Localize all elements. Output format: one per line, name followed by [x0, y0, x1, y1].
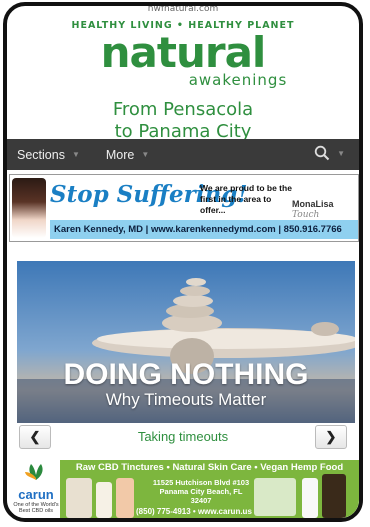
- carun-address-line-2: Panama City Beach, FL 32407: [159, 487, 243, 505]
- product-jar: [66, 478, 92, 518]
- nav-more[interactable]: More ▼: [96, 148, 149, 162]
- search-button[interactable]: ▼: [314, 145, 345, 161]
- chevron-left-icon: ❮: [29, 429, 41, 444]
- ad-banner-carun[interactable]: carun One of the World's Best CBD oils R…: [13, 459, 359, 518]
- product-tube: [96, 482, 112, 518]
- carousel-controls: ❮ Taking timeouts ❯: [7, 424, 359, 450]
- url-bar[interactable]: nwfnatural.com: [7, 6, 359, 16]
- prev-button[interactable]: ❮: [19, 425, 51, 449]
- ad-brand: MonaLisa Touch: [292, 199, 358, 220]
- carun-ad-body: Raw CBD Tinctures • Natural Skin Care • …: [60, 460, 359, 518]
- carun-logo: carun One of the World's Best CBD oils: [13, 463, 59, 514]
- article-subtitle: Why Timeouts Matter: [105, 390, 267, 409]
- chevron-down-icon: ▼: [71, 150, 80, 159]
- product-box: [254, 478, 296, 516]
- search-icon: [314, 145, 330, 161]
- ad-brand-script: Touch: [292, 210, 320, 220]
- carun-tagline: One of the World's Best CBD oils: [13, 502, 59, 514]
- carun-wordmark: carun: [18, 487, 54, 502]
- next-button[interactable]: ❯: [315, 425, 347, 449]
- region-text: From Pensacola to Panama City: [7, 99, 359, 143]
- product-bottle: [116, 478, 134, 518]
- logo-natural[interactable]: natural: [7, 32, 359, 74]
- leaf-icon: [25, 464, 43, 480]
- carun-address: 11525 Hutchison Blvd #103 Panama City Be…: [152, 478, 250, 505]
- ad-contact-strip: Karen Kennedy, MD | www.karenkennedymd.c…: [50, 220, 358, 239]
- nav-sections[interactable]: Sections ▼: [7, 148, 80, 162]
- carun-address-line-1: 11525 Hutchison Blvd #103: [152, 478, 250, 487]
- nav-bar: Sections ▼ More ▼ ▼: [7, 139, 359, 170]
- doctor-photo: [12, 178, 46, 238]
- nav-sections-label: Sections: [17, 147, 65, 162]
- hero-image[interactable]: DOING NOTHING Why Timeouts Matter: [17, 261, 355, 423]
- article-title: DOING NOTHING: [63, 358, 309, 391]
- carun-headline: Raw CBD Tinctures • Natural Skin Care • …: [75, 462, 344, 473]
- chevron-down-icon: ▼: [141, 150, 150, 159]
- phone-frame: nwfnatural.com HEALTHY LIVING • HEALTHY …: [3, 2, 363, 522]
- carousel-caption[interactable]: Taking timeouts: [57, 429, 309, 444]
- chevron-right-icon: ❯: [325, 429, 337, 444]
- masthead: HEALTHY LIVING • HEALTHY PLANET natural …: [7, 20, 359, 143]
- product-bottle-white: [302, 478, 318, 518]
- ad-proud-text: We are proud to be the first in the area…: [200, 183, 292, 215]
- ad-banner-karen-kennedy[interactable]: Stop Suffering! We are proud to be the f…: [9, 174, 359, 242]
- chevron-down-icon: ▼: [337, 148, 345, 158]
- product-dropper: [322, 474, 346, 518]
- carun-contact: (850) 775-4913 • www.carun.us: [136, 507, 252, 516]
- nav-more-label: More: [105, 147, 135, 162]
- region-line-1: From Pensacola: [112, 99, 254, 120]
- ad-brand-name: MonaLisa: [292, 199, 334, 209]
